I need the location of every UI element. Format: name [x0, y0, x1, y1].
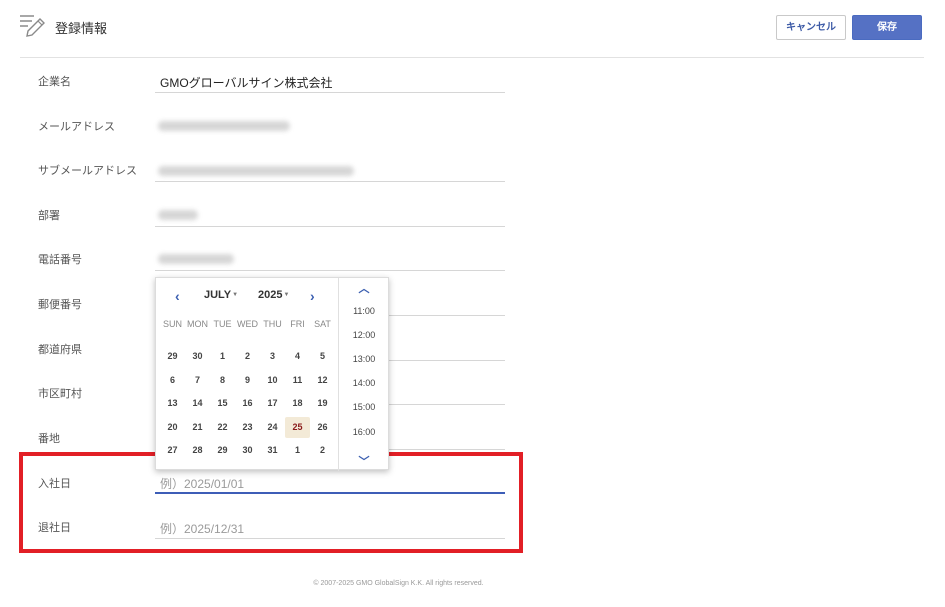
calendar-week-row: 13 14 15 16 17 18 19: [160, 393, 336, 417]
email-value-redacted[interactable]: [158, 121, 290, 131]
calendar-day[interactable]: 13: [160, 393, 185, 414]
calendar-day[interactable]: 26: [310, 417, 335, 438]
time-option[interactable]: 16:00: [339, 427, 389, 437]
calendar-day[interactable]: 7: [185, 370, 210, 391]
calendar-day[interactable]: 1: [285, 440, 310, 461]
weekday-label: FRI: [290, 319, 305, 329]
next-month-icon[interactable]: ›: [310, 288, 315, 304]
footer-copyright: © 2007-2025 GMO GlobalSign K.K. All righ…: [313, 580, 484, 587]
company-field-value[interactable]: GMOグローバルサイン株式会社: [160, 74, 333, 91]
calendar-day[interactable]: 29: [210, 440, 235, 461]
calendar-day[interactable]: 9: [235, 370, 260, 391]
month-caret-icon: ▼: [232, 292, 239, 299]
calendar-day[interactable]: 1: [210, 346, 235, 367]
time-option[interactable]: 13:00: [339, 354, 389, 364]
calendar-day[interactable]: 18: [285, 393, 310, 414]
weekday-label: MON: [187, 319, 208, 329]
weekday-label: SUN: [162, 319, 182, 329]
city-label: 市区町村: [38, 388, 82, 400]
calendar-day[interactable]: 15: [210, 393, 235, 414]
address-label: 番地: [38, 433, 60, 445]
phone-field-underline: [155, 270, 505, 271]
year-value: 2025: [258, 289, 283, 301]
calendar-day[interactable]: 30: [185, 346, 210, 367]
postal-label: 郵便番号: [38, 299, 82, 311]
calendar-day[interactable]: 22: [210, 417, 235, 438]
calendar-day[interactable]: 29: [160, 346, 185, 367]
calendar-day[interactable]: 19: [310, 393, 335, 414]
year-caret-icon: ▼: [283, 292, 290, 299]
sub-email-field-redacted[interactable]: [158, 166, 354, 176]
calendar-day[interactable]: 21: [185, 417, 210, 438]
prefecture-label: 都道府県: [38, 344, 82, 356]
calendar-day[interactable]: 25: [285, 416, 310, 438]
calendar-day[interactable]: 30: [235, 440, 260, 461]
calendar-day[interactable]: 12: [310, 370, 335, 391]
time-option[interactable]: 11:00: [339, 306, 389, 316]
datetime-picker: ‹ JULY▼ 2025▼ › SUN MON TUE WED THU FRI …: [155, 277, 390, 471]
header-divider: [20, 57, 924, 58]
calendar-day[interactable]: 4: [285, 346, 310, 367]
weekday-label: THU: [263, 319, 282, 329]
calendar-day[interactable]: 3: [260, 346, 285, 367]
time-option[interactable]: 14:00: [339, 378, 389, 388]
calendar-day[interactable]: 2: [310, 440, 335, 461]
year-select[interactable]: 2025▼: [258, 289, 289, 301]
calendar-week-row: 6 7 8 9 10 11 12: [160, 370, 336, 394]
weekday-label: TUE: [213, 319, 232, 329]
prev-month-icon[interactable]: ‹: [175, 288, 180, 304]
calendar-week-row: 29 30 1 2 3 4 5: [160, 346, 336, 370]
company-field-underline: [155, 92, 505, 93]
calendar-day[interactable]: 31: [260, 440, 285, 461]
time-option[interactable]: 12:00: [339, 330, 389, 340]
calendar-day[interactable]: 17: [260, 393, 285, 414]
page-title: 登録情報: [55, 21, 108, 36]
calendar-grid: 29 30 1 2 3 4 5 6 7 8 9 10 11 12 13 14 15 16 17 18 19 20 21 22 2…: [160, 346, 336, 464]
department-field-underline: [155, 226, 505, 227]
calendar-day[interactable]: 14: [185, 393, 210, 414]
calendar-day[interactable]: 5: [310, 346, 335, 367]
calendar-day[interactable]: 8: [210, 370, 235, 391]
calendar-day[interactable]: 24: [260, 417, 285, 438]
weekday-label: WED: [237, 319, 258, 329]
calendar-day[interactable]: 28: [185, 440, 210, 461]
department-field-redacted[interactable]: [158, 210, 198, 220]
department-label: 部署: [38, 210, 60, 222]
calendar-day[interactable]: 16: [235, 393, 260, 414]
phone-field-redacted[interactable]: [158, 254, 234, 264]
sub-email-label: サブメールアドレス: [38, 165, 137, 177]
calendar-day[interactable]: 20: [160, 417, 185, 438]
weekday-header: SUN MON TUE WED THU FRI SAT: [160, 319, 336, 329]
email-label: メールアドレス: [38, 121, 115, 133]
phone-label: 電話番号: [38, 254, 82, 266]
calendar-panel: ‹ JULY▼ 2025▼ › SUN MON TUE WED THU FRI …: [156, 278, 338, 471]
calendar-day[interactable]: 10: [260, 370, 285, 391]
calendar-day[interactable]: 2: [235, 346, 260, 367]
month-value: JULY: [204, 289, 232, 301]
save-button[interactable]: 保存: [852, 15, 922, 40]
calendar-day[interactable]: 11: [285, 370, 310, 391]
time-scroll-down-icon[interactable]: ﹀: [339, 453, 389, 469]
calendar-day[interactable]: 27: [160, 440, 185, 461]
time-option[interactable]: 15:00: [339, 402, 389, 412]
calendar-week-row: 27 28 29 30 31 1 2: [160, 440, 336, 464]
page-header: 登録情報 キャンセル 保存: [0, 0, 945, 58]
calendar-week-row: 20 21 22 23 24 25 26: [160, 416, 336, 441]
time-panel: ︿ 11:00 12:00 13:00 14:00 15:00 16:00 ﹀: [338, 278, 390, 471]
month-select[interactable]: JULY▼: [204, 289, 238, 301]
time-scroll-up-icon[interactable]: ︿: [339, 280, 389, 296]
edit-list-icon: [20, 15, 45, 37]
calendar-day[interactable]: 23: [235, 417, 260, 438]
sub-email-field-underline: [155, 181, 505, 182]
cancel-button[interactable]: キャンセル: [776, 15, 846, 40]
company-label: 企業名: [38, 76, 71, 88]
weekday-label: SAT: [314, 319, 331, 329]
calendar-day[interactable]: 6: [160, 370, 185, 391]
